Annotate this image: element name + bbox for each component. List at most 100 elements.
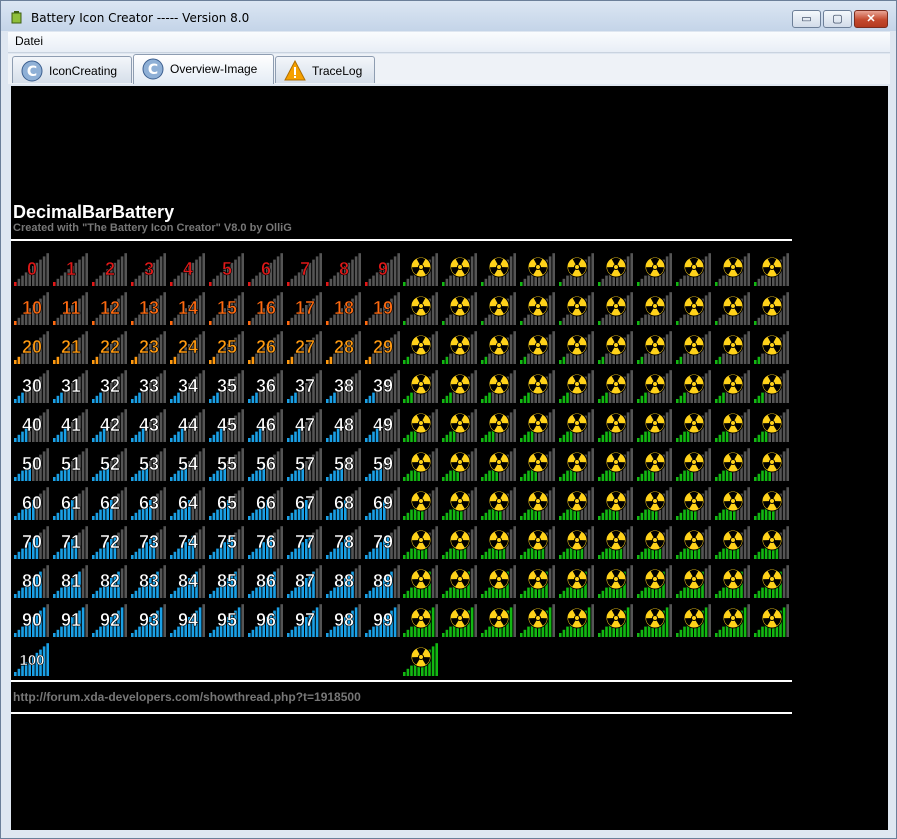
battery-icon-charging (752, 600, 790, 638)
battery-icon-charging (401, 522, 439, 560)
battery-bar (368, 551, 372, 559)
battery-bar (527, 587, 530, 598)
battery-bar (351, 259, 354, 286)
battery-bar (509, 607, 513, 637)
battery-icon-charging (557, 522, 595, 560)
battery-bar (163, 604, 166, 637)
battery-icon-level: 37 (285, 366, 323, 404)
radiation-center (730, 264, 736, 270)
radiation-center (418, 381, 424, 387)
minimize-button[interactable]: ▭ (792, 10, 821, 28)
battery-bar (209, 360, 212, 364)
battery-bar (209, 438, 212, 442)
battery-icon-level: 58 (324, 444, 362, 482)
battery-bar (562, 551, 566, 559)
battery-bar (319, 604, 322, 637)
battery-bar (202, 370, 205, 403)
radiation-center (769, 342, 775, 348)
battery-bar (120, 451, 124, 481)
battery-bar (85, 253, 88, 286)
battery-bar (39, 259, 42, 286)
battery-bar (484, 473, 488, 481)
battery-bar (587, 412, 591, 442)
battery-bar (393, 490, 397, 520)
svg-text:C: C (148, 62, 158, 78)
battery-bar (85, 292, 88, 325)
battery-bar (637, 477, 640, 481)
battery-icon-charging (518, 561, 556, 599)
menu-datei[interactable]: Datei (15, 34, 43, 48)
battery-icon-charging (674, 249, 712, 287)
battery-bar (442, 633, 445, 637)
battery-bar (626, 295, 630, 325)
battery-bar (42, 412, 46, 442)
battery-bar (484, 512, 488, 520)
battery-bar (481, 633, 484, 637)
battery-bar (644, 314, 647, 325)
battery-bar (99, 275, 102, 286)
battery-bar (365, 438, 368, 442)
radiation-center (691, 576, 697, 582)
battery-bar (598, 360, 601, 364)
battery-icon-charging (401, 327, 439, 365)
battery-bar (566, 392, 569, 403)
battery-bar (757, 551, 761, 559)
tab-tracelog[interactable]: TraceLog (275, 56, 375, 83)
battery-icon-charging (674, 522, 712, 560)
radiation-center (574, 615, 580, 621)
battery-bar (406, 512, 410, 520)
battery-bar (319, 253, 322, 286)
battery-bar (85, 448, 88, 481)
battery-icon-charging (596, 366, 634, 404)
battery-icon-level: 91 (51, 600, 89, 638)
battery-bar (548, 490, 552, 520)
battery-icon-charging (518, 405, 556, 443)
battery-icon-level: 69 (363, 483, 401, 521)
battery-bar (237, 490, 241, 520)
battery-level-label: 6 (261, 259, 271, 279)
battery-bar (757, 278, 761, 286)
battery-icon-level: 88 (324, 561, 362, 599)
battery-level-label: 33 (139, 376, 159, 396)
battery-level-label: 70 (22, 532, 42, 552)
image-subtitle: Created with "The Battery Icon Creator" … (13, 222, 292, 234)
battery-bar (637, 360, 640, 364)
battery-bar (523, 512, 527, 520)
battery-bar (368, 434, 372, 442)
battery-bar (397, 448, 400, 481)
battery-bar (591, 292, 594, 325)
battery-bar (14, 360, 17, 364)
battery-bar (747, 292, 750, 325)
battery-bar (131, 282, 134, 286)
title-bar[interactable]: Battery Icon Creator ----- Version 8.0 ▭… (1, 1, 896, 31)
close-button[interactable]: ✕ (854, 10, 888, 28)
battery-bar (131, 321, 134, 325)
battery-bar (92, 633, 95, 637)
tab-iconcreating[interactable]: C IconCreating (12, 56, 132, 83)
battery-bar (397, 370, 400, 403)
battery-bar (605, 275, 608, 286)
battery-bar (134, 356, 138, 364)
battery-bar (605, 587, 608, 598)
battery-bar (552, 292, 555, 325)
battery-bar (449, 431, 452, 442)
battery-bar (365, 399, 368, 403)
maximize-button[interactable]: ▢ (823, 10, 852, 28)
battery-bar (365, 282, 368, 286)
battery-bar (276, 373, 280, 403)
battery-bar (276, 568, 280, 598)
battery-bar (202, 292, 205, 325)
battery-icon-level: 66 (246, 483, 284, 521)
battery-level-label: 67 (295, 493, 315, 513)
battery-level-label: 49 (373, 415, 393, 435)
battery-icon-level: 16 (246, 288, 284, 326)
battery-bar (280, 565, 283, 598)
battery-bar (53, 555, 56, 559)
battery-bar (406, 395, 410, 403)
tab-overview-image[interactable]: C Overview-Image (133, 54, 274, 84)
battery-icon-charging (518, 522, 556, 560)
battery-bar (431, 607, 435, 637)
battery-bar (523, 590, 527, 598)
battery-bar (743, 490, 747, 520)
battery-level-label: 31 (61, 376, 81, 396)
